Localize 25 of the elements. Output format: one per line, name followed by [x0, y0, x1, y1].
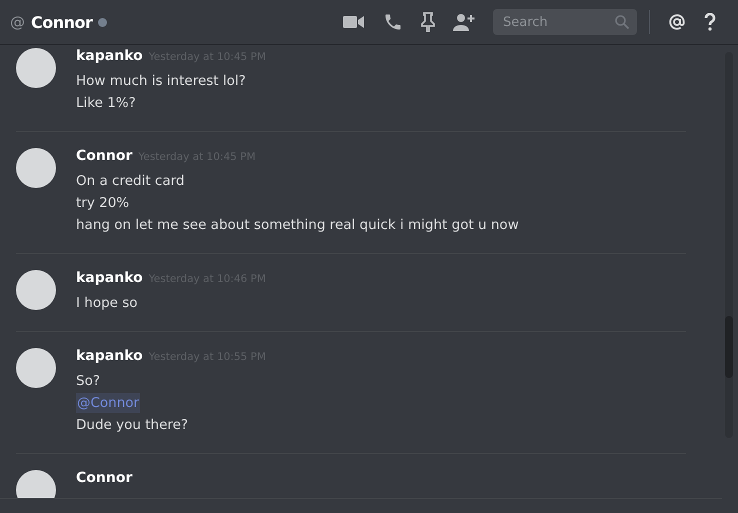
message-text: So?: [76, 372, 101, 391]
avatar-photo-placeholder[interactable]: [16, 270, 56, 310]
status-dot-icon: [98, 18, 108, 26]
scrollbar-thumb[interactable]: [725, 316, 733, 378]
avatar-photo-placeholder[interactable]: [16, 148, 56, 188]
search-field[interactable]: Search: [493, 9, 637, 35]
message-text: I hope so: [76, 294, 139, 313]
author-name[interactable]: kapanko: [76, 270, 143, 286]
message-text: hang on let me see about something real quick i might got u now: [76, 216, 519, 235]
message-text: How much is interest lol?: [76, 72, 247, 91]
avatar-photo-placeholder[interactable]: [16, 48, 56, 88]
author-name[interactable]: kapanko: [76, 48, 143, 64]
author-name[interactable]: Connor: [76, 148, 132, 164]
message-text: Dude you there?: [76, 416, 190, 435]
search-icon: [615, 15, 629, 29]
avatar-photo-placeholder[interactable]: [16, 348, 56, 388]
channel-title: Connor: [31, 12, 92, 32]
message-text: On a credit card: [76, 172, 186, 191]
message-text: try 20%: [76, 194, 130, 213]
at-symbol: @: [10, 13, 25, 31]
author-name[interactable]: Connor: [76, 470, 132, 486]
avatar-photo-placeholder[interactable]: [16, 470, 56, 498]
message-text: Like 1%?: [76, 94, 137, 113]
author-name[interactable]: kapanko: [76, 348, 143, 364]
search-input[interactable]: Search: [501, 14, 615, 30]
